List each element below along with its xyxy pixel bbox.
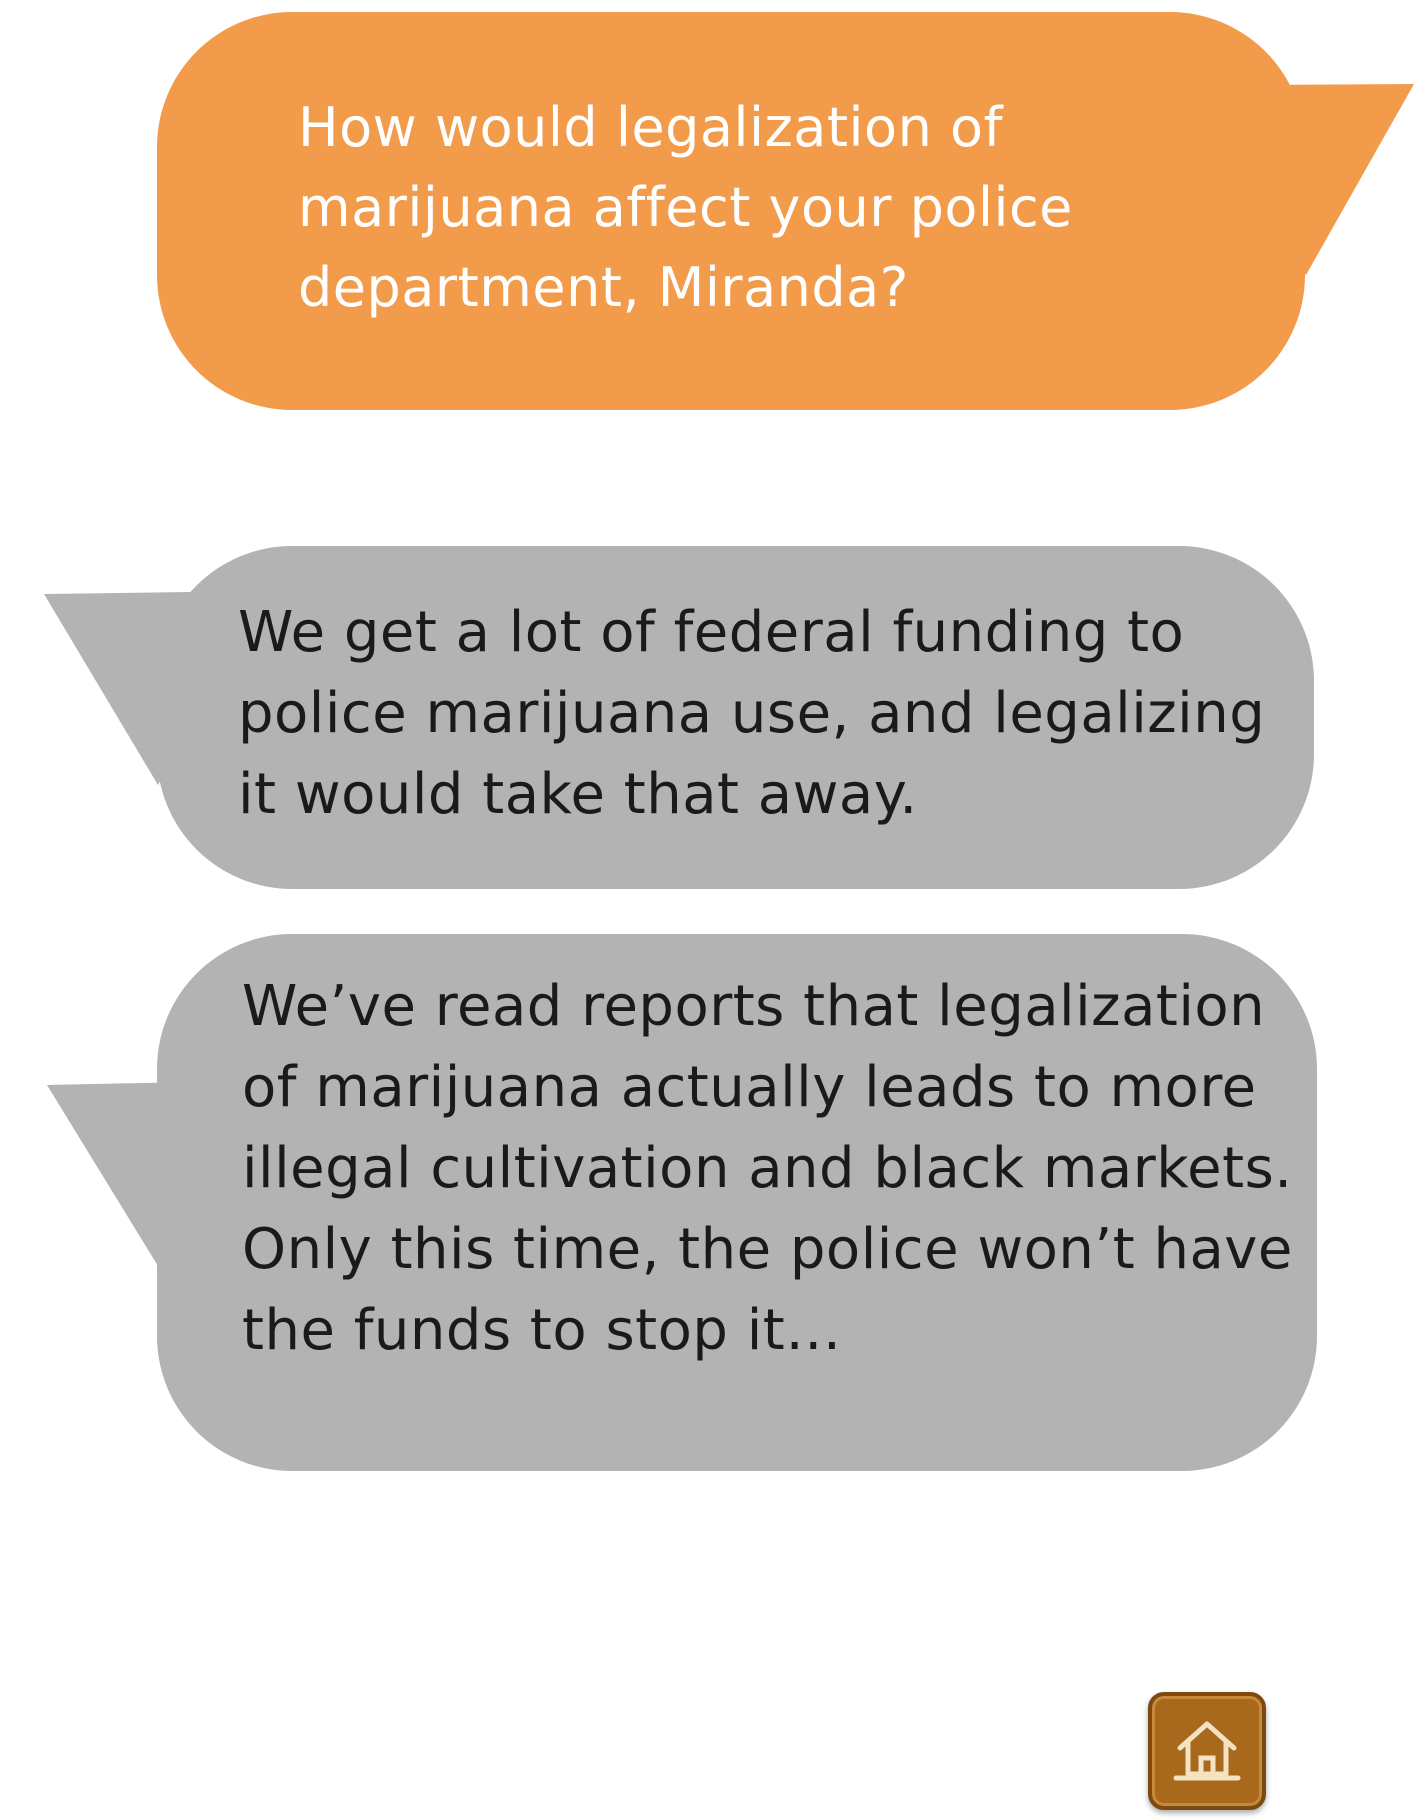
response-text-2: We’ve read reports that legalization of … — [242, 974, 1293, 1363]
question-text: How would legalization of marijuana affe… — [298, 96, 1073, 319]
response-text-1: We get a lot of federal funding to polic… — [238, 600, 1266, 827]
home-button[interactable] — [1148, 1692, 1266, 1810]
home-icon — [1173, 1721, 1241, 1781]
